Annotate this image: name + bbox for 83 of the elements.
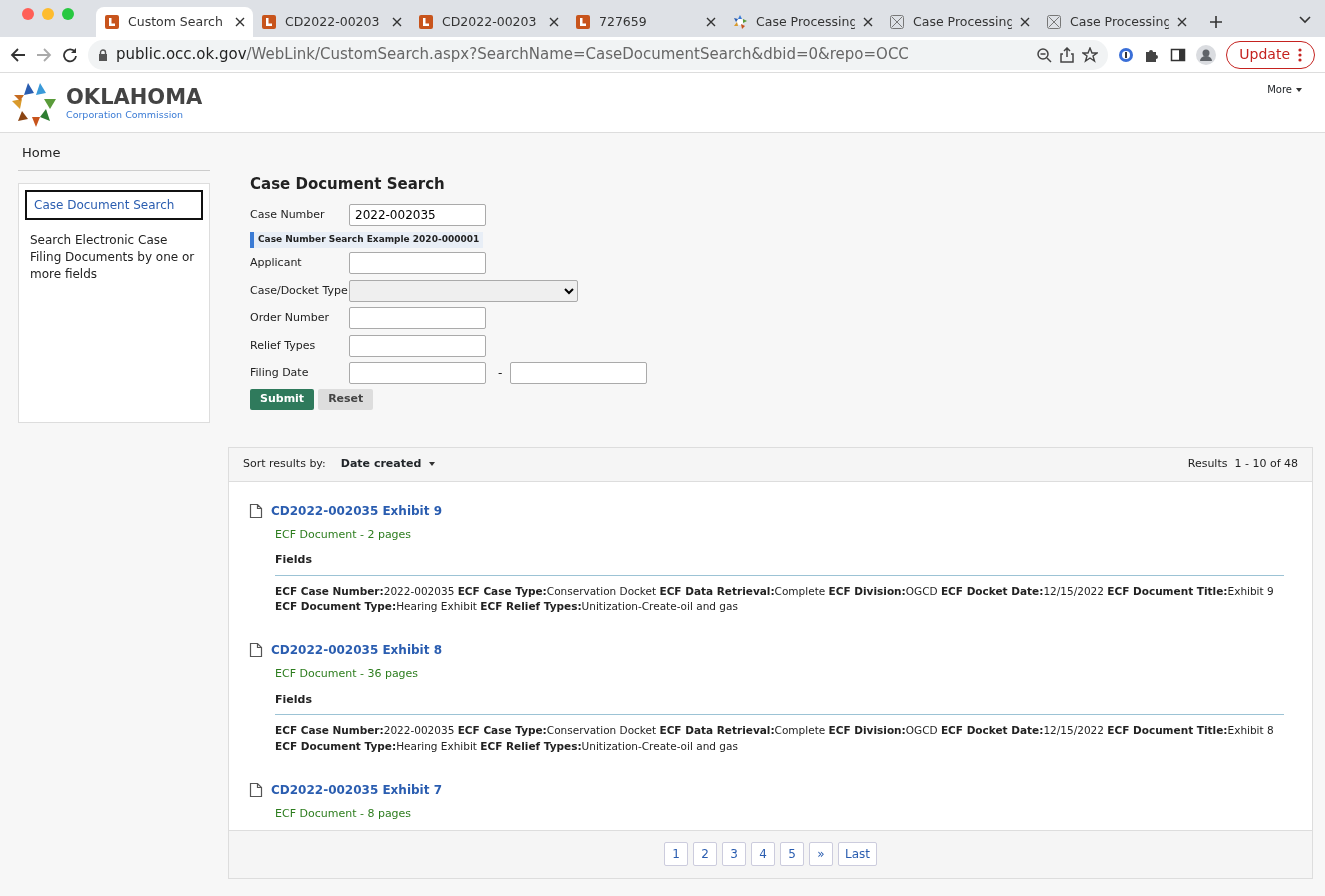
star-logo-icon	[732, 14, 748, 30]
new-tab-icon[interactable]	[1209, 15, 1223, 29]
update-button[interactable]: Update	[1226, 40, 1315, 69]
result-link[interactable]: CD2022-002035 Exhibit 9	[271, 501, 442, 520]
url-text: public.occ.ok.gov/WebLink/CustomSearch.aspx?SearchName=CaseDocumentSearch&dbid=0&repo=OCC	[116, 44, 909, 66]
document-icon	[249, 502, 263, 519]
letter-favicon-icon	[104, 14, 120, 30]
fields-text: ECF Case Number:2022-002035 ECF Case Type:Conservation Docket ECF Data Retrieval:Complete ECF Division:OGCD ECF Docket Date:12/15/2022 ECF Document Title:Exhibit 9 ECF Document Type:Hearing Exhibit ECF Relief Types:Unitization-Create-oil and gas	[275, 583, 1275, 615]
form-title: Case Document Search	[250, 174, 446, 195]
address-bar[interactable]: public.occ.ok.gov/WebLink/CustomSearch.aspx?SearchName=CaseDocumentSearch&dbid=0&repo=OCC	[88, 39, 1109, 70]
bookmark-star-icon[interactable]	[1082, 46, 1099, 63]
field-label: Case Number	[250, 207, 326, 223]
fields-heading: Fields	[275, 552, 1284, 576]
page-button[interactable]: 4	[751, 842, 775, 866]
page-button[interactable]: 5	[780, 842, 804, 866]
range-separator: -	[498, 365, 503, 383]
results-count: Results 1 - 10 of 48	[1187, 455, 1298, 472]
password-extension-icon[interactable]	[1118, 46, 1135, 63]
field-label: Order Number	[250, 310, 330, 326]
fields-heading: Fields	[275, 691, 1284, 715]
close-icon[interactable]	[1020, 17, 1030, 27]
profile-avatar-icon[interactable]	[1196, 44, 1217, 65]
close-icon[interactable]	[863, 17, 873, 27]
sort-dropdown[interactable]: Date created	[339, 454, 437, 474]
back-icon[interactable]	[10, 46, 26, 63]
close-icon[interactable]	[549, 17, 559, 27]
browser-tab[interactable]: CD2022-00203	[253, 7, 410, 37]
letter-favicon-icon	[418, 14, 434, 30]
page-button[interactable]: Last	[838, 842, 877, 866]
page-button[interactable]: 2	[693, 842, 717, 866]
letter-favicon-icon	[261, 14, 277, 30]
input-field[interactable]	[349, 362, 486, 385]
input-field[interactable]	[510, 362, 648, 385]
document-info: ECF Document - 2 pages	[275, 526, 413, 543]
home-link[interactable]: Home	[18, 133, 210, 171]
page-button[interactable]: 1	[664, 842, 688, 866]
result-link[interactable]: CD2022-002035 Exhibit 7	[271, 780, 442, 799]
reset-button[interactable]: Reset	[318, 389, 374, 410]
browser-tab[interactable]: Custom Search	[96, 7, 253, 37]
field-label: Applicant	[250, 255, 303, 271]
field-label: Case/Docket Type	[250, 282, 349, 299]
caret-icon	[429, 462, 436, 466]
input-field[interactable]	[349, 252, 486, 275]
browser-tab[interactable]: CD2022-00203	[410, 7, 567, 37]
tab-search-icon[interactable]	[1299, 16, 1311, 24]
document-info: ECF Document - 8 pages	[275, 805, 413, 822]
document-icon	[249, 642, 263, 658]
close-icon[interactable]	[1177, 17, 1187, 27]
hint-text: Case Number Search Example 2020-000001	[250, 232, 484, 248]
generic-page-icon	[889, 14, 905, 30]
browser-tab[interactable]: 727659	[567, 7, 724, 37]
zoom-out-icon[interactable]	[1036, 46, 1053, 63]
reload-icon[interactable]	[62, 46, 78, 63]
close-icon[interactable]	[706, 17, 716, 27]
close-icon[interactable]	[235, 17, 245, 27]
page-button[interactable]: 3	[722, 842, 746, 866]
dropdown-field[interactable]	[349, 279, 578, 302]
sidebar-item[interactable]: Case Document Search	[25, 189, 203, 220]
more-menu[interactable]: More	[1266, 81, 1303, 98]
letter-favicon-icon	[575, 14, 591, 30]
result-link[interactable]: CD2022-002035 Exhibit 8	[271, 641, 442, 659]
sort-label: Sort results by:	[243, 455, 326, 472]
submit-button[interactable]: Submit	[250, 389, 315, 410]
page-button[interactable]: »	[809, 842, 833, 866]
document-icon	[249, 781, 263, 798]
generic-page-icon	[1046, 14, 1062, 30]
document-info: ECF Document - 36 pages	[275, 666, 420, 682]
caret-icon	[1296, 87, 1302, 92]
side-panel-icon[interactable]	[1170, 46, 1187, 63]
logo-subtitle: Corporation Commission	[66, 108, 185, 123]
field-label: Relief Types	[250, 337, 317, 354]
input-field[interactable]	[349, 307, 486, 330]
input-field[interactable]: 2022-002035	[349, 204, 486, 227]
close-icon[interactable]	[392, 17, 402, 27]
share-icon[interactable]	[1060, 46, 1075, 63]
lock-icon	[98, 48, 108, 61]
fields-text: ECF Case Number:2022-002035 ECF Case Type:Conservation Docket ECF Data Retrieval:Complete ECF Division:OGCD ECF Docket Date:12/15/2022 ECF Document Title:Exhibit 8 ECF Document Type:Hearing Exhibit ECF Relief Types:Unitization-Create-oil and gas	[275, 723, 1275, 754]
logo-title: OKLAHOMA	[66, 87, 203, 109]
input-field[interactable]	[349, 334, 486, 357]
field-label: Filing Date	[250, 365, 310, 381]
star-logo-icon	[10, 81, 58, 129]
more-vertical-icon	[1298, 47, 1302, 62]
sidebar-description: Search Electronic Case Filing Documents by one or more fields	[29, 231, 196, 284]
